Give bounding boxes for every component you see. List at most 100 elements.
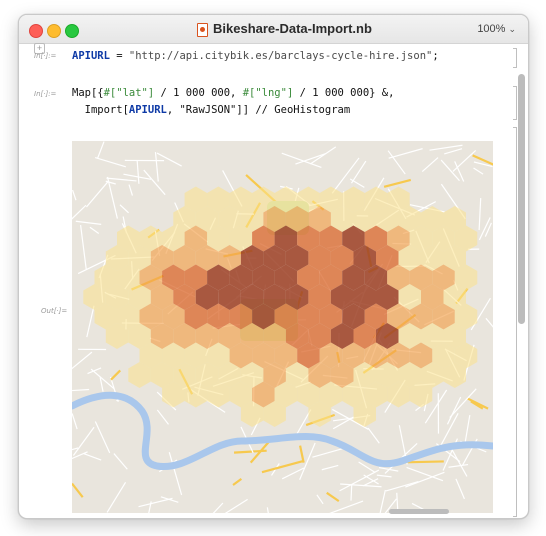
street [233, 449, 267, 454]
street [385, 480, 419, 492]
street [160, 496, 179, 503]
zoom-menu[interactable]: 100% ⌄ [477, 23, 516, 35]
street [128, 184, 134, 196]
street [376, 474, 392, 478]
street [448, 463, 469, 468]
street [106, 177, 137, 182]
minimize-button[interactable] [47, 24, 61, 38]
street [340, 483, 382, 488]
notebook-document-icon [197, 23, 208, 37]
street [87, 367, 102, 375]
street [156, 409, 169, 425]
street [72, 426, 95, 456]
street [406, 466, 444, 482]
geohistogram-map[interactable] [72, 141, 493, 513]
street [119, 204, 129, 214]
street [485, 317, 493, 328]
code-token: #["lng"] [242, 87, 294, 99]
cell1-string: "http://api.citybik.es/barclays-cycle-hi… [128, 50, 433, 62]
street [444, 148, 463, 155]
street [367, 427, 380, 444]
street [454, 161, 465, 182]
cell2-code-line2[interactable]: Import[APIURL, "RawJSON"]] // GeoHistogr… [72, 104, 351, 116]
street [106, 482, 127, 513]
street [72, 204, 87, 220]
street [299, 445, 305, 463]
street [455, 478, 465, 500]
cell2-bracket[interactable] [513, 86, 517, 120]
code-token: APIURL [128, 104, 167, 116]
output-bracket[interactable] [513, 127, 517, 517]
street [138, 497, 173, 508]
street [96, 141, 105, 159]
street [72, 388, 90, 392]
street [326, 491, 340, 503]
street [143, 169, 166, 196]
street [83, 453, 102, 461]
street [86, 305, 95, 338]
cell1-end: ; [432, 50, 439, 62]
street [350, 484, 353, 501]
street [379, 489, 386, 513]
window-title: Bikeshare-Data-Import.nb [213, 21, 372, 36]
zoom-window-button[interactable] [65, 24, 79, 38]
chevron-down-icon: ⌄ [508, 24, 516, 34]
cell1-bracket[interactable] [513, 48, 517, 68]
street [349, 178, 365, 188]
output-label: Out[·]= [41, 307, 68, 315]
street [89, 226, 100, 234]
street [94, 421, 111, 454]
street [113, 453, 128, 470]
street [383, 178, 412, 188]
street [440, 159, 460, 182]
street [136, 160, 140, 184]
map-graphic [72, 141, 493, 513]
street [396, 492, 399, 510]
cell2-code-line1[interactable]: Map[{#["lat"] / 1 000 000, #["lng"] / 1 … [72, 87, 394, 99]
street [85, 180, 109, 208]
code-token: Map[{ [72, 87, 104, 99]
street [148, 501, 152, 513]
street [266, 507, 269, 513]
street [123, 173, 152, 180]
code-token: Import[ [72, 104, 129, 116]
horizontal-scrollbar[interactable] [389, 509, 449, 514]
code-token: #["lat"] [103, 87, 155, 99]
street [329, 500, 364, 513]
cell2-in-label: In[·]:= [34, 90, 57, 98]
street [168, 452, 183, 496]
cell1-in-label: In[·]:= [34, 52, 57, 60]
street [309, 146, 337, 165]
street [75, 220, 102, 225]
street [452, 149, 477, 172]
street [154, 152, 159, 182]
street [473, 167, 484, 175]
code-token: / 1 000 000, [154, 87, 243, 99]
street [110, 369, 121, 381]
street [388, 148, 423, 159]
street [80, 224, 87, 270]
street [295, 153, 326, 165]
street [72, 482, 84, 498]
street [466, 397, 489, 410]
zoom-level: 100% [477, 23, 506, 35]
street [316, 494, 324, 505]
street [478, 198, 482, 231]
close-button[interactable] [29, 24, 43, 38]
code-token: / 1 000 000} &, [293, 87, 395, 99]
hex-bins [83, 186, 478, 427]
code-token: , "RawJSON"]] // GeoHistogram [166, 104, 351, 116]
street [224, 498, 248, 513]
title-bar: Bikeshare-Data-Import.nb 100% ⌄ [19, 15, 528, 44]
street [94, 156, 126, 168]
street [261, 460, 303, 474]
street [421, 157, 439, 173]
cell1-code[interactable]: APIURL = "http://api.citybik.es/barclays… [72, 50, 439, 62]
street [232, 477, 243, 486]
vertical-scrollbar[interactable] [518, 74, 525, 324]
street [72, 413, 78, 430]
notebook-content: + In[·]:= APIURL = "http://api.citybik.e… [19, 43, 528, 518]
cell1-var: APIURL [72, 50, 110, 62]
street [321, 464, 339, 471]
cell1-eq: = [109, 50, 129, 62]
